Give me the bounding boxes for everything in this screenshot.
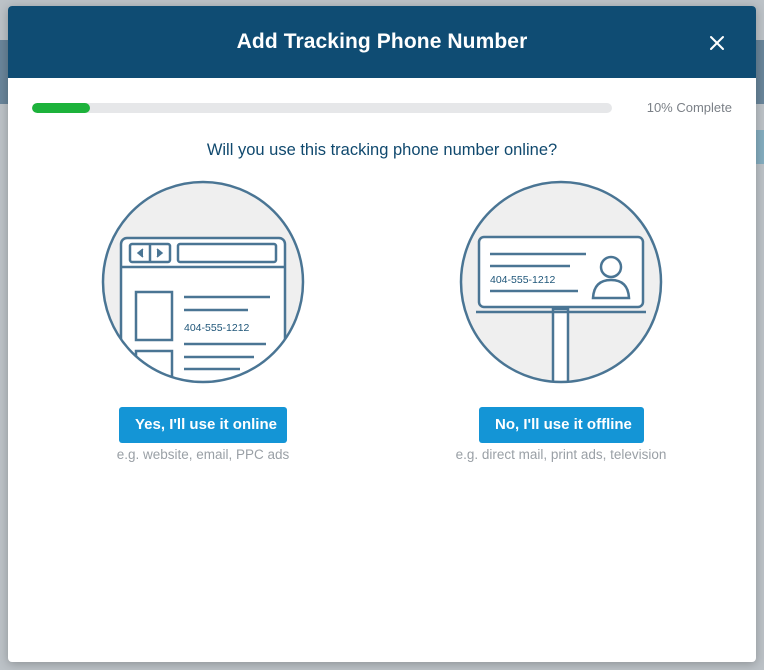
modal-title: Add Tracking Phone Number bbox=[236, 30, 528, 53]
offline-phone-number: 404-555-1212 bbox=[490, 274, 556, 286]
close-icon bbox=[710, 36, 724, 50]
browser-window-icon: 404-555-1212 bbox=[100, 179, 306, 385]
add-tracking-number-modal: Add Tracking Phone Number 10% Complete W… bbox=[8, 6, 756, 662]
progress-label: 10% Complete bbox=[646, 100, 732, 115]
progress-bar bbox=[32, 103, 612, 113]
online-phone-number: 404-555-1212 bbox=[184, 322, 250, 334]
use-online-button[interactable]: Yes, I'll use it online bbox=[119, 407, 287, 443]
use-offline-button[interactable]: No, I'll use it offline bbox=[479, 407, 644, 443]
billboard-icon: 404-555-1212 bbox=[458, 179, 664, 385]
question-text: Will you use this tracking phone number … bbox=[206, 141, 558, 159]
progress-bar-fill bbox=[32, 103, 90, 113]
close-button[interactable] bbox=[706, 32, 728, 54]
modal-header: Add Tracking Phone Number bbox=[8, 6, 756, 78]
online-examples-hint: e.g. website, email, PPC ads bbox=[116, 447, 290, 462]
offline-examples-hint: e.g. direct mail, print ads, television bbox=[455, 447, 667, 462]
